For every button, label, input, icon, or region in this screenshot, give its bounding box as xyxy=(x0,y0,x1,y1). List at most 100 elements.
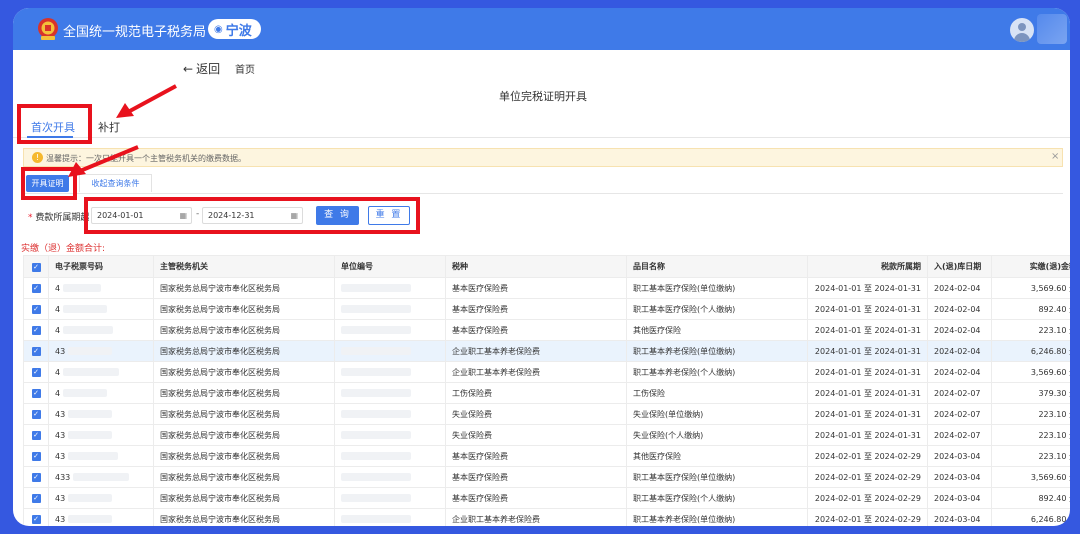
annotation-arrow-icon xyxy=(68,145,139,177)
results-table: ✓ 电子税票号码 主管税务机关 单位编号 税种 品目名称 税款所属期 入(退)库… xyxy=(23,255,1070,526)
row-checkbox[interactable]: ✓ xyxy=(23,508,49,526)
storage-date-cell: 2024-02-07 xyxy=(927,382,992,404)
checkbox-checked-icon: ✓ xyxy=(31,452,41,461)
row-checkbox[interactable]: ✓ xyxy=(23,382,49,404)
tax-period-cell: 2024-02-01 至 2024-02-29 xyxy=(807,466,928,488)
redacted-value xyxy=(341,305,411,313)
item-name-cell: 工伤保险 xyxy=(626,382,808,404)
location-pin-icon: ◉ xyxy=(214,23,223,35)
redacted-value xyxy=(73,473,130,481)
table-row[interactable]: ✓ 43 国家税务总局宁波市奉化区税务局 失业保险费 失业保险(个人缴纳) 2024-01… xyxy=(23,424,1070,446)
column-header: 电子税票号码 xyxy=(48,255,154,278)
checkbox-checked-icon: ✓ xyxy=(31,473,41,482)
table-row[interactable]: ✓ 4 国家税务总局宁波市奉化区税务局 基本医疗保险费 其他医疗保险 2024-01-01… xyxy=(23,319,1070,341)
checkbox-checked-icon: ✓ xyxy=(31,389,41,398)
tax-authority-cell: 国家税务总局宁波市奉化区税务局 xyxy=(153,508,335,526)
redacted-value xyxy=(68,515,113,523)
row-checkbox[interactable]: ✓ xyxy=(23,319,49,341)
tab-reprint[interactable]: 补打 xyxy=(98,119,120,135)
unit-number-cell xyxy=(334,445,446,467)
redacted-value xyxy=(341,473,411,481)
row-checkbox[interactable]: ✓ xyxy=(23,340,49,362)
amount-cell: 6,246.80 元 xyxy=(991,508,1070,526)
checkbox-checked-icon: ✓ xyxy=(31,305,41,314)
redacted-value xyxy=(68,494,113,502)
table-row[interactable]: ✓ 43 国家税务总局宁波市奉化区税务局 基本医疗保险费 职工基本医疗保险(个人缴纳) 2… xyxy=(23,487,1070,509)
amount-cell: 3,569.60 元 xyxy=(991,361,1070,383)
avatar[interactable] xyxy=(1010,18,1034,42)
unit-number-cell xyxy=(334,487,446,509)
redacted-value xyxy=(341,326,411,334)
table-row[interactable]: ✓ 4 国家税务总局宁波市奉化区税务局 企业职工基本养老保险费 职工基本养老保险(个人缴… xyxy=(23,361,1070,383)
tax-period-cell: 2024-02-01 至 2024-02-29 xyxy=(807,445,928,467)
period-label-text: 费款所属期起 xyxy=(35,213,90,223)
storage-date-cell: 2024-02-07 xyxy=(927,424,992,446)
arrow-left-icon: ← xyxy=(183,61,194,76)
storage-date-cell: 2024-03-04 xyxy=(927,487,992,509)
tax-period-cell: 2024-01-01 至 2024-01-31 xyxy=(807,340,928,362)
row-checkbox[interactable]: ✓ xyxy=(23,361,49,383)
row-checkbox[interactable]: ✓ xyxy=(23,403,49,425)
app-title: 全国统一规范电子税务局 xyxy=(63,25,207,40)
ticket-number-cell: 4 xyxy=(48,277,154,299)
table-row[interactable]: ✓ 4 国家税务总局宁波市奉化区税务局 基本医疗保险费 职工基本医疗保险(单位缴纳) 20… xyxy=(23,277,1070,299)
amount-cell: 379.30 元 xyxy=(991,382,1070,404)
amount-cell: 223.10 元 xyxy=(991,403,1070,425)
back-button[interactable]: ← 返回 xyxy=(183,60,220,77)
amount-cell: 6,246.80 元 xyxy=(991,340,1070,362)
item-name-cell: 职工基本医疗保险(个人缴纳) xyxy=(626,298,808,320)
row-checkbox[interactable]: ✓ xyxy=(23,424,49,446)
redacted-value xyxy=(341,431,411,439)
table-row[interactable]: ✓ 4 国家税务总局宁波市奉化区税务局 基本医疗保险费 职工基本医疗保险(个人缴纳) 20… xyxy=(23,298,1070,320)
storage-date-cell: 2024-03-04 xyxy=(927,445,992,467)
corner-decoration xyxy=(1037,14,1067,44)
ticket-number-cell: 4 xyxy=(48,361,154,383)
select-all-checkbox[interactable]: ✓ xyxy=(23,255,49,278)
table-row[interactable]: ✓ 4 国家税务总局宁波市奉化区税务局 工伤保险费 工伤保险 2024-01-01 至 2… xyxy=(23,382,1070,404)
tax-authority-cell: 国家税务总局宁波市奉化区税务局 xyxy=(153,319,335,341)
row-checkbox[interactable]: ✓ xyxy=(23,445,49,467)
checkbox-checked-icon: ✓ xyxy=(31,431,41,440)
checkbox-checked-icon: ✓ xyxy=(31,494,41,503)
redacted-value xyxy=(341,284,411,292)
tax-authority-cell: 国家税务总局宁波市奉化区税务局 xyxy=(153,403,335,425)
tax-authority-cell: 国家税务总局宁波市奉化区税务局 xyxy=(153,382,335,404)
redacted-value xyxy=(63,368,120,376)
city-selector[interactable]: ◉ 宁波 xyxy=(208,19,261,39)
ticket-number-cell: 43 xyxy=(48,445,154,467)
column-header: 主管税务机关 xyxy=(153,255,335,278)
annotation-arrow-icon xyxy=(116,84,177,118)
amount-cell: 223.10 元 xyxy=(991,445,1070,467)
table-row[interactable]: ✓ 433 国家税务总局宁波市奉化区税务局 基本医疗保险费 职工基本医疗保险(单位缴纳)… xyxy=(23,466,1070,488)
ticket-number-cell: 43 xyxy=(48,340,154,362)
checkbox-checked-icon: ✓ xyxy=(31,347,41,356)
redacted-value xyxy=(63,389,108,397)
column-header: 税款所属期 xyxy=(807,255,928,278)
storage-date-cell: 2024-02-04 xyxy=(927,277,992,299)
amount-cell: 223.10 元 xyxy=(991,319,1070,341)
table-row[interactable]: ✓ 43 国家税务总局宁波市奉化区税务局 失业保险费 失业保险(单位缴纳) 2024-01… xyxy=(23,403,1070,425)
tax-type-cell: 企业职工基本养老保险费 xyxy=(445,340,627,362)
city-label: 宁波 xyxy=(225,23,252,39)
tax-period-cell: 2024-02-01 至 2024-02-29 xyxy=(807,487,928,509)
top-bar: 全国统一规范电子税务局 ◉ 宁波 xyxy=(13,8,1070,50)
row-checkbox[interactable]: ✓ xyxy=(23,487,49,509)
tax-type-cell: 基本医疗保险费 xyxy=(445,487,627,509)
row-checkbox[interactable]: ✓ xyxy=(23,277,49,299)
table-row[interactable]: ✓ 43 国家税务总局宁波市奉化区税务局 基本医疗保险费 其他医疗保险 2024-02-0… xyxy=(23,445,1070,467)
table-row[interactable]: ✓ 43 国家税务总局宁波市奉化区税务局 企业职工基本养老保险费 职工基本养老保险(单位… xyxy=(23,508,1070,526)
checkbox-checked-icon: ✓ xyxy=(31,326,41,335)
tax-type-cell: 基本医疗保险费 xyxy=(445,298,627,320)
tax-authority-cell: 国家税务总局宁波市奉化区税务局 xyxy=(153,340,335,362)
storage-date-cell: 2024-02-04 xyxy=(927,340,992,362)
checkbox-checked-icon: ✓ xyxy=(31,368,41,377)
table-row[interactable]: ✓ 43 国家税务总局宁波市奉化区税务局 企业职工基本养老保险费 职工基本养老保险(单位… xyxy=(23,340,1070,362)
storage-date-cell: 2024-02-07 xyxy=(927,403,992,425)
close-icon[interactable]: × xyxy=(1051,151,1059,162)
redacted-value xyxy=(341,368,411,376)
column-header: 单位编号 xyxy=(334,255,446,278)
breadcrumb[interactable]: 首页 xyxy=(235,61,255,76)
row-checkbox[interactable]: ✓ xyxy=(23,298,49,320)
redacted-value xyxy=(341,347,411,355)
row-checkbox[interactable]: ✓ xyxy=(23,466,49,488)
